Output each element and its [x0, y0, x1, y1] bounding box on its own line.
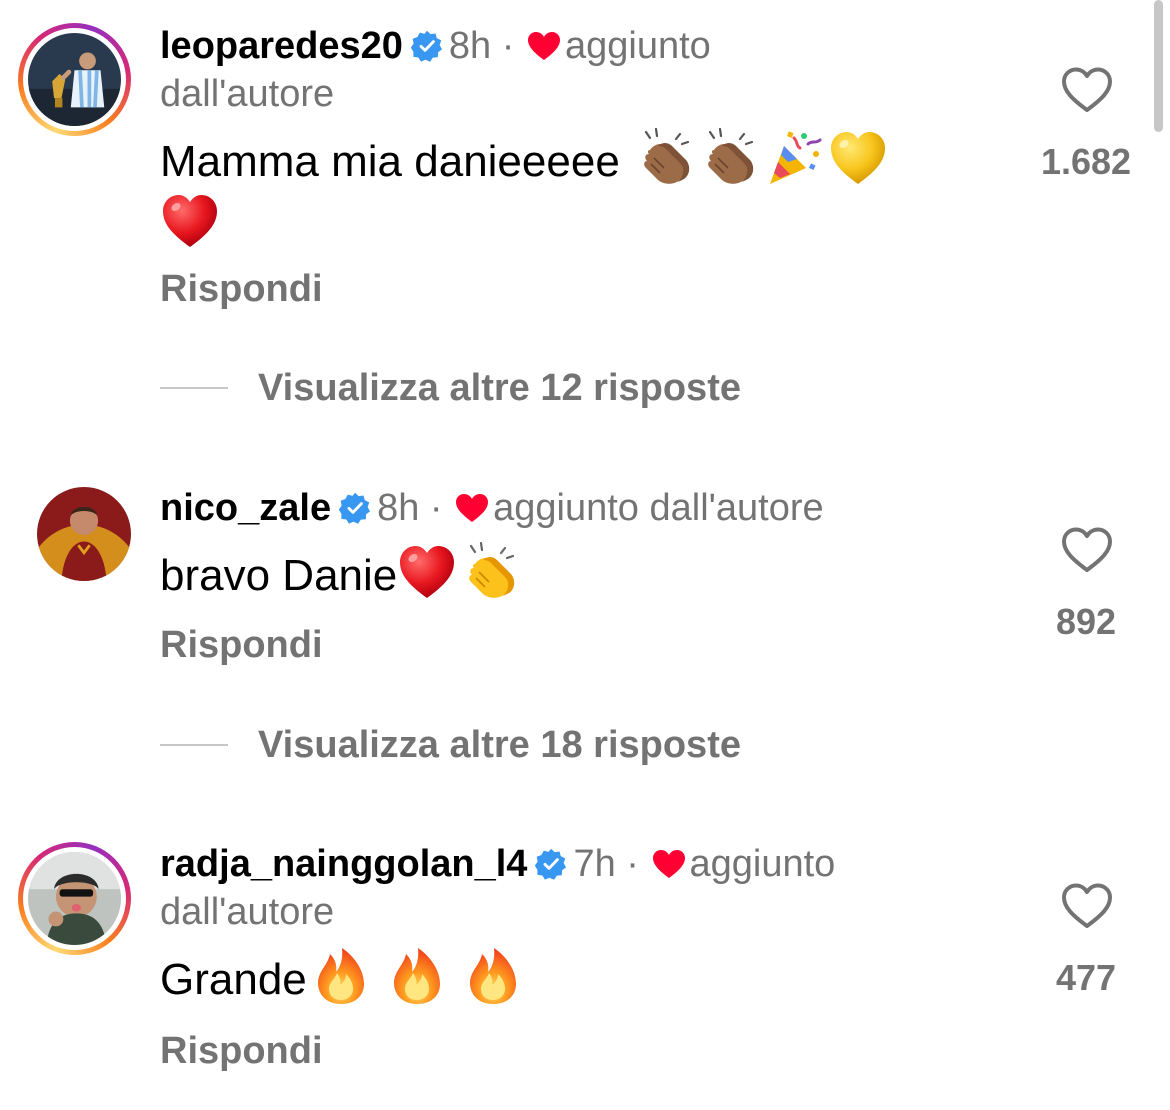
avatar-story-ring[interactable]: [18, 842, 131, 955]
author-liked-label-2: dall'autore: [160, 891, 335, 933]
comment-text: Grande: [160, 946, 960, 1009]
fire-emoji-icon: [463, 946, 523, 1006]
separator: ·: [429, 487, 443, 529]
reply-button[interactable]: Rispondi: [160, 266, 323, 312]
author-liked-label: aggiunto: [564, 25, 711, 67]
comment-meta: radja_nainggolan_l4 7h · aggiunto dall'aut…: [160, 840, 960, 936]
verified-badge-icon: [339, 492, 371, 524]
author-liked-label-2: dall'autore: [160, 73, 335, 115]
comment-time: 8h: [448, 25, 492, 67]
clapping-hands-emoji-icon: [636, 128, 696, 188]
author-liked-label: aggiunto dall'autore: [493, 487, 824, 529]
red-heart-emoji-icon: [160, 191, 220, 251]
like-heart-icon[interactable]: [1060, 66, 1114, 114]
avatar: [28, 852, 121, 945]
avatar: [28, 33, 121, 126]
comment-body: bravo Danie: [160, 551, 398, 600]
avatar-story-ring[interactable]: [18, 23, 131, 136]
view-replies-button[interactable]: Visualizza altre 12 risposte: [160, 363, 741, 413]
like-count: 892: [1055, 601, 1117, 642]
username[interactable]: nico_zale: [160, 487, 331, 529]
reply-button[interactable]: Rispondi: [160, 622, 323, 668]
party-popper-emoji-icon: [764, 128, 824, 188]
like-heart-icon[interactable]: [1060, 882, 1114, 930]
comment-text: Mamma mia danieeeee: [160, 128, 960, 254]
clapping-hands-emoji-icon: [700, 128, 760, 188]
verified-badge-icon: [535, 848, 567, 880]
username[interactable]: leoparedes20: [160, 25, 403, 67]
replies-divider-line: [160, 744, 228, 746]
author-liked-heart-icon: [652, 849, 686, 879]
view-replies-label: Visualizza altre 18 risposte: [258, 723, 741, 766]
red-heart-emoji-icon: [397, 542, 457, 602]
comment-body: Grande: [160, 955, 307, 1004]
view-replies-label: Visualizza altre 12 risposte: [258, 366, 741, 409]
reply-button[interactable]: Rispondi: [160, 1028, 323, 1074]
separator: ·: [626, 843, 639, 885]
verified-badge-icon: [411, 30, 443, 62]
like-count: 1.682: [1040, 141, 1132, 182]
author-liked-heart-icon: [527, 31, 561, 61]
comment-text: bravo Danie: [160, 542, 960, 605]
comment-item: nico_zale 8h · aggiunto dall'autore bravo…: [0, 460, 1170, 800]
like-heart-icon[interactable]: [1060, 526, 1114, 574]
yellow-heart-emoji-icon: [828, 128, 888, 188]
comment-meta: leoparedes20 8h · aggiunto dall'autore: [160, 22, 960, 118]
comment-time: 8h: [377, 487, 420, 529]
comment-item: leoparedes20 8h · aggiunto dall'autore Mam…: [0, 0, 1170, 440]
comment-item: radja_nainggolan_l4 7h · aggiunto dall'aut…: [0, 820, 1170, 1110]
comment-meta: nico_zale 8h · aggiunto dall'autore: [160, 484, 1060, 532]
username[interactable]: radja_nainggolan_l4: [160, 843, 527, 885]
clapping-hands-emoji-icon: [461, 542, 521, 602]
separator: ·: [501, 25, 515, 67]
comment-time: 7h: [573, 843, 616, 885]
avatar[interactable]: [37, 487, 131, 581]
author-liked-heart-icon: [455, 493, 489, 523]
author-liked-label: aggiunto: [689, 843, 836, 885]
view-replies-button[interactable]: Visualizza altre 18 risposte: [160, 720, 741, 770]
comment-body: Mamma mia danieeeee: [160, 137, 620, 186]
fire-emoji-icon: [311, 946, 371, 1006]
replies-divider-line: [160, 387, 228, 389]
fire-emoji-icon: [387, 946, 447, 1006]
like-count: 477: [1055, 957, 1117, 998]
